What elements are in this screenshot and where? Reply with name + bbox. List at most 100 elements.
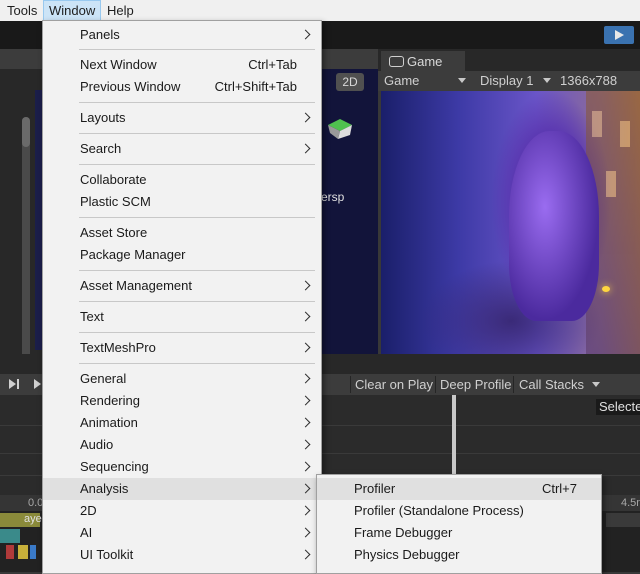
- gamepad-icon: [389, 56, 404, 67]
- menu-item-label: Physics Debugger: [354, 547, 460, 562]
- menu-item-package-manager[interactable]: Package Manager: [43, 244, 321, 266]
- menu-item-label: Search: [80, 141, 122, 156]
- menu-item-label: Profiler (Standalone Process): [354, 503, 524, 518]
- chevron-right-icon: [300, 112, 311, 123]
- chevron-right-icon: [300, 483, 311, 494]
- play-button[interactable]: [604, 26, 634, 44]
- menu-item-ai[interactable]: AI: [43, 522, 321, 544]
- shortcut-label: Ctrl+Tab: [248, 57, 297, 72]
- menu-divider: [79, 301, 315, 302]
- menu-item-previous-window[interactable]: Previous Window Ctrl+Shift+Tab: [43, 76, 321, 98]
- game-toolbar: Game Display 1 1366x788: [378, 71, 640, 91]
- chevron-right-icon: [300, 342, 311, 353]
- menu-divider: [79, 133, 315, 134]
- resolution-select[interactable]: 1366x788: [560, 73, 617, 88]
- menu-item-label: Asset Management: [80, 278, 193, 293]
- menu-item-textmeshpro[interactable]: TextMeshPro: [43, 337, 321, 359]
- menu-item-analysis[interactable]: Analysis: [43, 478, 321, 500]
- menu-tools[interactable]: Tools: [7, 3, 37, 18]
- timeline-bar[interactable]: [18, 545, 28, 559]
- menu-item-ui-toolkit[interactable]: UI Toolkit: [43, 544, 321, 566]
- menu-item-asset-store[interactable]: Asset Store: [43, 222, 321, 244]
- game-view-select[interactable]: Game: [384, 73, 419, 88]
- game-scene-window: [592, 111, 602, 137]
- display-select[interactable]: Display 1: [480, 73, 533, 88]
- chevron-right-icon: [300, 505, 311, 516]
- menu-item-label: Frame Debugger: [354, 525, 453, 540]
- menu-item-next-window[interactable]: Next Window Ctrl+Tab: [43, 54, 321, 76]
- menu-item-label: General: [80, 371, 127, 386]
- menu-item-sequencing[interactable]: Sequencing: [43, 456, 321, 478]
- game-scene-light: [602, 286, 610, 292]
- menu-item-profiler[interactable]: Profiler Ctrl+7: [317, 478, 601, 500]
- game-scene-object: [509, 131, 599, 321]
- menu-item-plastic-scm[interactable]: Plastic SCM: [43, 191, 321, 213]
- menu-item-label: Animation: [80, 415, 138, 430]
- menu-item-animation[interactable]: Animation: [43, 412, 321, 434]
- menu-item-label: AI: [80, 525, 93, 540]
- menu-item-rendering[interactable]: Rendering: [43, 390, 321, 412]
- menu-item-general[interactable]: General: [43, 368, 321, 390]
- menu-item-asset-management[interactable]: Asset Management: [43, 275, 321, 297]
- scrollbar-thumb[interactable]: [22, 117, 30, 147]
- frame-cursor[interactable]: [452, 395, 456, 475]
- perspective-label[interactable]: ersp: [321, 190, 344, 204]
- menu-item-label: Analysis: [80, 481, 129, 496]
- menu-item-label: Panels: [80, 27, 120, 42]
- menu-item-collaborate[interactable]: Collaborate: [43, 169, 321, 191]
- chevron-right-icon: [300, 549, 311, 560]
- menu-divider: [79, 363, 315, 364]
- menu-item-label: TextMeshPro: [80, 340, 156, 355]
- chevron-right-icon: [300, 143, 311, 154]
- chevron-right-icon: [300, 280, 311, 291]
- chevron-down-icon: [543, 78, 551, 83]
- scene-view[interactable]: 2D ersp: [320, 49, 378, 354]
- menu-item-frame-debugger[interactable]: Frame Debugger: [317, 522, 601, 544]
- step-icon[interactable]: [8, 378, 20, 393]
- ruler-end-label: 4.5n: [621, 497, 640, 509]
- menu-item-profiler-standalone-process[interactable]: Profiler (Standalone Process): [317, 500, 601, 522]
- menu-item-label: 2D: [80, 503, 97, 518]
- menu-divider: [79, 164, 315, 165]
- chevron-right-icon: [300, 439, 311, 450]
- game-scene-window: [606, 171, 616, 197]
- deep-profile-toggle[interactable]: Deep Profile: [440, 377, 512, 392]
- toggle-2d-button[interactable]: 2D: [336, 73, 364, 91]
- menu-item-label: Text: [80, 309, 104, 324]
- menu-divider: [79, 332, 315, 333]
- timeline-bar[interactable]: [6, 545, 14, 559]
- scene-gizmo-icon[interactable]: [326, 115, 354, 141]
- menu-item-search[interactable]: Search: [43, 138, 321, 160]
- menu-item-text[interactable]: Text: [43, 306, 321, 328]
- menu-item-audio[interactable]: Audio: [43, 434, 321, 456]
- tab-game[interactable]: Game: [381, 51, 465, 71]
- menu-item-label: UI Toolkit: [80, 547, 134, 562]
- chevron-down-icon[interactable]: [592, 382, 600, 387]
- menu-item-layouts[interactable]: Layouts: [43, 107, 321, 129]
- chevron-right-icon: [300, 527, 311, 538]
- menu-item-label: Plastic SCM: [80, 194, 151, 209]
- timeline-bar[interactable]: [30, 545, 36, 559]
- analysis-submenu: Profiler Ctrl+7 Profiler (Standalone Proce…: [316, 474, 602, 574]
- window-menu: Panels Next Window Ctrl+Tab Previous Window…: [42, 20, 322, 574]
- chevron-right-icon: [300, 395, 311, 406]
- clear-on-play-toggle[interactable]: Clear on Play: [355, 377, 433, 392]
- menu-window[interactable]: Window: [43, 0, 102, 21]
- timeline-bar[interactable]: [0, 529, 20, 543]
- game-tab-bar: Game: [378, 49, 640, 71]
- toolbar-divider: [435, 376, 436, 393]
- menu-bar: Tools Window Help: [0, 0, 640, 21]
- timeline-bar[interactable]: [606, 513, 640, 527]
- toolbar-divider: [350, 376, 351, 393]
- menu-help[interactable]: Help: [107, 3, 134, 18]
- menu-divider: [79, 217, 315, 218]
- menu-item-panels[interactable]: Panels: [43, 24, 321, 46]
- game-viewport[interactable]: [381, 91, 640, 354]
- toolbar-divider: [513, 376, 514, 393]
- play-icon[interactable]: [34, 378, 42, 393]
- menu-item-2d[interactable]: 2D: [43, 500, 321, 522]
- menu-item-physics-debugger[interactable]: Physics Debugger: [317, 544, 601, 566]
- menu-item-label: Audio: [80, 437, 114, 452]
- ruler-start-label: 0.0: [28, 497, 44, 509]
- call-stacks-toggle[interactable]: Call Stacks: [519, 377, 584, 392]
